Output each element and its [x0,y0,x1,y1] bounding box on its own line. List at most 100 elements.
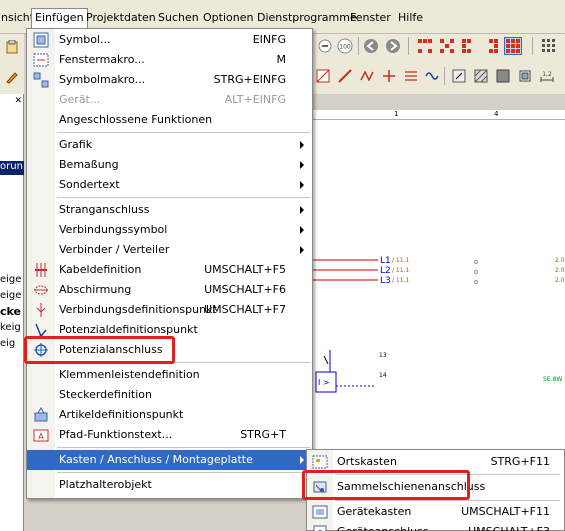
menu-divider [57,132,310,133]
menu-item-fenstermakro[interactable]: Fenstermakro... M [27,50,312,70]
menu-optionen[interactable]: Optionen [201,9,255,26]
menu-projektdaten[interactable]: Projektdaten [84,9,158,26]
menu-item-kabeldefinition[interactable]: Kabeldefinition UMSCHALT+F5 [27,260,312,280]
connection-definition-point-icon [33,302,49,318]
hatch-icon[interactable] [472,67,490,85]
tree-item[interactable]: keig [0,322,24,333]
tree-selected-item[interactable]: orun [0,161,24,175]
menu-item-label: Verbindungssymbol [59,223,168,236]
menu-item-geraet: Gerät... ALT+EINFG [27,90,312,110]
submenu-item-geraeteanschluss[interactable]: Geräteanschluss UMSCHALT+F3 [307,521,564,531]
menu-item-label: Kabeldefinition [59,263,142,276]
fill-icon[interactable] [494,67,512,85]
grid-icon[interactable] [540,37,558,55]
menu-item-abschirmung[interactable]: Abschirmung UMSCHALT+F6 [27,280,312,300]
tree-item[interactable]: eige [0,290,24,301]
potential-definition-point-icon [33,322,49,338]
wire-icon[interactable] [380,67,398,85]
path-function-text-icon: A [33,427,49,443]
polyline-icon[interactable] [358,67,376,85]
menu-hilfe[interactable]: Hilfe [396,9,425,26]
menu-item-klemmenleistendefinition[interactable]: Klemmenleistendefinition [27,365,312,385]
zoom-out-icon[interactable] [316,37,334,55]
menu-item-symbol[interactable]: Symbol... EINFG [27,30,312,50]
toolbar-separator [444,67,445,85]
menu-item-grafik[interactable]: Grafik [27,135,312,155]
toolbar: 100 1,2 [312,34,565,94]
menu-fenster[interactable]: Fenster [348,9,393,26]
connection-icon[interactable] [402,67,420,85]
panel-close-icon[interactable]: ✕ [0,96,24,106]
menu-item-verbinder-verteiler[interactable]: Verbinder / Verteiler [27,240,312,260]
location-box-icon [312,454,328,470]
menu-item-label: Potenzialdefinitionspunkt [59,323,198,336]
grid-select-icon[interactable] [504,37,522,55]
submenu-arrow-icon [300,206,304,214]
menu-item-label: Klemmenleistendefinition [59,368,200,381]
wave-icon[interactable] [424,67,442,85]
tree-item[interactable]: eige [0,274,24,285]
submenu-item-ortskasten[interactable]: Ortskasten STRG+F11 [307,451,564,473]
svg-text:1,2: 1,2 [542,71,552,78]
submenu-arrow-icon [300,226,304,234]
svg-text:A: A [38,432,44,441]
menu-item-stranganschluss[interactable]: Stranganschluss [27,200,312,220]
menu-item-shortcut: M [276,53,287,66]
submenu-item-label: Sammelschienenanschluss [337,480,486,493]
menu-suchen[interactable]: Suchen [156,9,201,26]
menu-item-label: Sondertext [59,178,120,191]
menu-item-bemassung[interactable]: Bemaßung [27,155,312,175]
measure-icon[interactable]: 1,2 [538,67,556,85]
menu-item-steckerdefinition[interactable]: Steckerdefinition [27,385,312,405]
submenu-arrow-icon [300,181,304,189]
menu-item-label: Grafik [59,138,93,151]
menu-item-sondertext[interactable]: Sondertext [27,175,312,195]
menu-item-verbindungsdefinitionspunkt[interactable]: Verbindungsdefinitionspunkt UMSCHALT+F7 [27,300,312,320]
zoom-100-icon[interactable]: 100 [336,37,354,55]
grid-select-icon[interactable] [460,37,478,55]
menu-item-potenzialdefinitionspunkt[interactable]: Potenzialdefinitionspunkt [27,320,312,340]
menu-item-verbindungssymbol[interactable]: Verbindungssymbol [27,220,312,240]
menu-item-label: Fenstermakro... [59,53,145,66]
submenu-item-shortcut: STRG+F11 [490,455,550,468]
grid-select-icon[interactable] [416,37,434,55]
wire-label[interactable]: L1 [380,256,391,266]
pencil-icon[interactable] [3,68,21,86]
grid-select-icon[interactable] [482,37,500,55]
menu-item-platzhalterobjekt[interactable]: Platzhalterobjekt [27,475,312,495]
menu-item-shortcut: EINFG [252,33,286,46]
cable-definition-icon [33,262,49,278]
wire-label[interactable]: L3 [380,276,391,286]
menu-item-label: Symbol... [59,33,111,46]
tree-item[interactable]: cke [0,305,24,318]
menu-dienstprogramme[interactable]: Dienstprogramme [255,9,359,26]
snap-icon[interactable] [314,67,332,85]
back-arrow-icon[interactable] [362,37,380,55]
submenu-item-label: Geräteanschluss [337,521,429,531]
menu-item-shortcut: UMSCHALT+F6 [204,283,286,296]
menu-item-pfad-funktionstext[interactable]: A Pfad-Funktionstext... STRG+T [27,425,312,445]
grid-select-icon[interactable] [438,37,456,55]
paste-icon[interactable] [3,38,21,56]
project-tree-panel: orun eige eige cke keig eig [0,94,24,531]
submenu-item-geraetekasten[interactable]: Gerätekasten UMSCHALT+F11 [307,501,564,523]
menu-item-kasten-anschluss-montageplatte[interactable]: Kasten / Anschluss / Montageplatte [27,450,312,470]
menu-item-artikeldefinitionspunkt[interactable]: Artikeldefinitionspunkt [27,405,312,425]
tree-item[interactable]: eig [0,338,24,349]
menu-item-shortcut: UMSCHALT+F7 [204,303,286,316]
forward-arrow-icon[interactable] [384,37,402,55]
layer-icon[interactable] [516,67,534,85]
edit-text-icon[interactable] [450,67,468,85]
submenu-item-label: Ortskasten [337,455,397,468]
svg-text:100: 100 [339,44,351,51]
menu-divider [57,447,310,448]
menu-item-shortcut: STRG+T [240,428,286,441]
menu-item-potenzialanschluss[interactable]: Potenzialanschluss [27,340,312,360]
menu-item-symbolmakro[interactable]: Symbolmakro... STRG+EINFG [27,70,312,90]
submenu-item-sammelschienenanschluss[interactable]: Sammelschienenanschluss [307,476,564,498]
line-tool-icon[interactable] [336,67,354,85]
menu-item-angeschlossene-funktionen[interactable]: Angeschlossene Funktionen [27,110,312,130]
menu-item-label: Symbolmakro... [59,73,146,86]
insert-menu: Symbol... EINFG Fenstermakro... M Symbol… [26,28,313,499]
wire-label[interactable]: L2 [380,266,391,276]
